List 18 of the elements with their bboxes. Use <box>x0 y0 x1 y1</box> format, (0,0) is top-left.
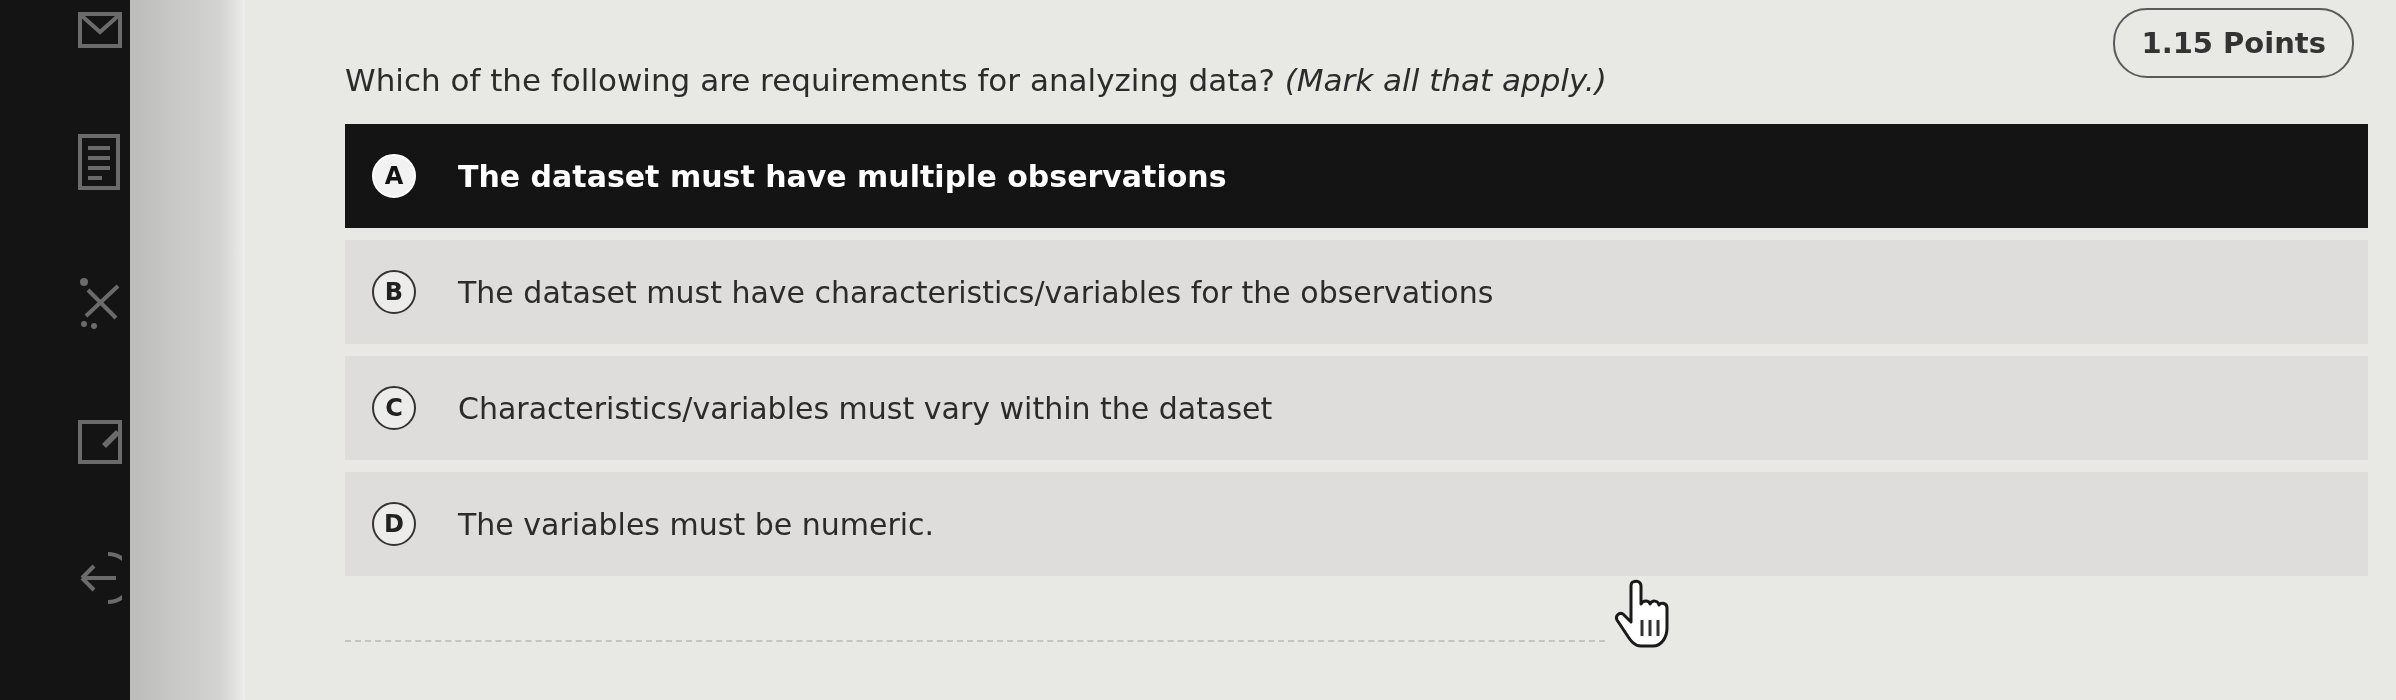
answer-option[interactable]: D The variables must be numeric. <box>345 472 2368 576</box>
option-letter: C <box>372 386 416 430</box>
exit-icon[interactable] <box>78 550 122 606</box>
option-text: The dataset must have multiple observations <box>458 158 1227 194</box>
tools-icon[interactable] <box>78 276 122 330</box>
option-letter: B <box>372 270 416 314</box>
question-text: Which of the following are requirements for analyzing data? (Mark all that apply.) <box>345 62 1607 98</box>
option-text: The dataset must have characteristics/variables for the observations <box>458 274 1494 310</box>
points-label: 1.15 Points <box>2113 8 2354 78</box>
answer-option[interactable]: C Characteristics/variables must vary within the dataset <box>345 356 2368 460</box>
option-text: Characteristics/variables must vary within the dataset <box>458 390 1273 426</box>
option-letter: D <box>372 502 416 546</box>
option-text: The variables must be numeric. <box>458 506 935 542</box>
mail-icon[interactable] <box>78 12 122 48</box>
answer-option[interactable]: B The dataset must have characteristics/variables for the observations <box>345 240 2368 344</box>
document-icon[interactable] <box>78 134 122 190</box>
option-letter: A <box>372 154 416 198</box>
answer-option[interactable]: A The dataset must have multiple observations <box>345 124 2368 228</box>
